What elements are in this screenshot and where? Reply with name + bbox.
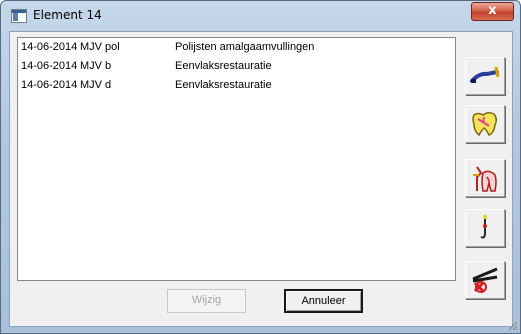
tooth-surface-icon [472, 111, 498, 137]
treatment-code: MJV pol [80, 41, 120, 53]
list-item[interactable]: 14-06-2014 MJV d Eenvlaksrestauratie [18, 76, 455, 95]
treatment-code: MJV d [80, 79, 112, 91]
close-icon: x [488, 3, 497, 18]
wijzig-button[interactable]: Wijzig [167, 289, 246, 313]
treatment-description: Eenvlaksrestauratie [175, 60, 272, 72]
extraction-forceps-button[interactable] [465, 261, 505, 299]
treatment-list[interactable]: 14-06-2014 MJV pol Polijsten amalgaamvul… [17, 37, 456, 281]
treatment-code: MJV b [80, 60, 112, 72]
treatment-date: 14-06-2014 [21, 41, 78, 53]
dialog-window: Element 14 x 14-06-2014 MJV pol Polijste… [0, 0, 521, 334]
title-bar[interactable]: Element 14 x [1, 1, 520, 31]
resize-grip-icon[interactable] [506, 319, 518, 331]
window-title: Element 14 [33, 8, 102, 22]
probe-tool-icon [470, 66, 500, 83]
treatment-date: 14-06-2014 [21, 79, 78, 91]
window-app-icon [11, 9, 27, 23]
annuleer-button[interactable]: Annuleer [284, 289, 363, 313]
root-tooth-icon [473, 166, 497, 192]
close-button[interactable]: x [471, 2, 514, 21]
treatment-date: 14-06-2014 [21, 60, 78, 72]
treatment-description: Eenvlaksrestauratie [175, 79, 272, 91]
extraction-forceps-icon [472, 267, 498, 293]
hook-instrument-button[interactable] [465, 209, 505, 247]
tooth-surface-button[interactable] [465, 105, 505, 143]
probe-tool-button[interactable] [465, 57, 505, 95]
list-item[interactable]: 14-06-2014 MJV b Eenvlaksrestauratie [18, 57, 455, 76]
root-tooth-button[interactable] [465, 159, 505, 197]
hook-instrument-icon [480, 215, 487, 239]
treatment-description: Polijsten amalgaamvullingen [175, 41, 315, 53]
list-item[interactable]: 14-06-2014 MJV pol Polijsten amalgaamvul… [18, 38, 455, 57]
